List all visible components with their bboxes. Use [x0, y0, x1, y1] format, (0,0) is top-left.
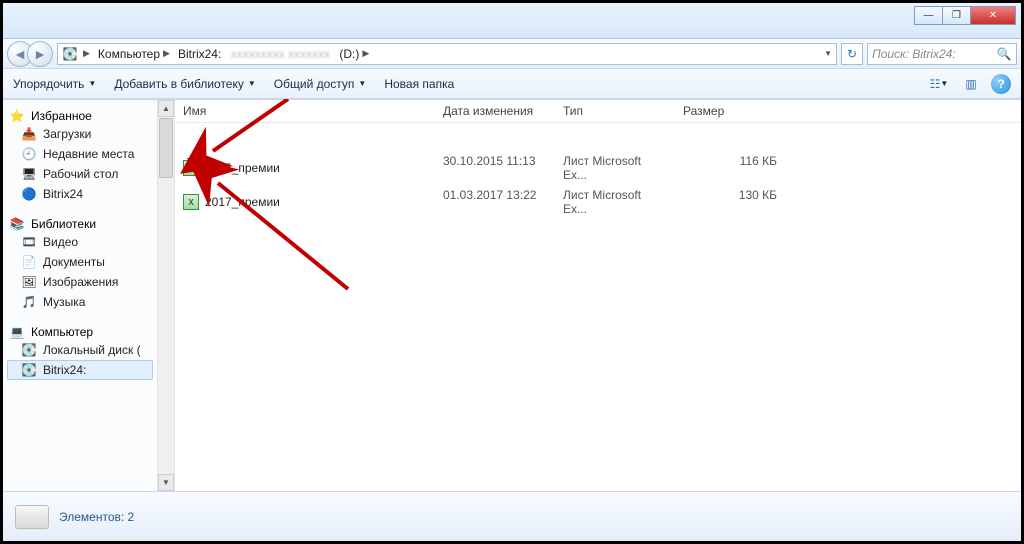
sidebar-item-label: Изображения	[43, 275, 118, 289]
sidebar-item-computer[interactable]: 💽 Bitrix24:	[7, 360, 153, 380]
sidebar-item-favorites[interactable]: 📥 Загрузки	[7, 124, 153, 144]
file-name: 2015_премии	[205, 161, 280, 175]
sidebar-item-label: Недавние места	[43, 147, 134, 161]
breadcrumb-sep: ▶	[80, 48, 93, 59]
preview-pane-button[interactable]: ▥	[959, 74, 983, 94]
search-placeholder: Поиск: Bitrix24:	[872, 47, 956, 61]
status-item-count: Элементов: 2	[59, 510, 134, 524]
sidebar-head-libraries[interactable]: 📚Библиотеки	[7, 216, 153, 232]
sidebar-item-computer[interactable]: 💽 Локальный диск (	[7, 340, 153, 360]
folder-icon: 💽	[21, 342, 37, 358]
sidebar-item-favorites[interactable]: 🔵 Bitrix24	[7, 184, 153, 204]
breadcrumb-drive[interactable]: Bitrix24: xxxxxxxxx xxxxxxx (D:) ▶	[175, 47, 372, 61]
file-type: Лист Microsoft Ex...	[555, 154, 675, 182]
window-maximize-button[interactable]: ❐	[942, 6, 971, 25]
sidebar-item-label: Загрузки	[43, 127, 91, 141]
window-minimize-button[interactable]: —	[914, 6, 943, 25]
sidebar-item-label: Документы	[43, 255, 105, 269]
scroll-up-icon[interactable]: ▲	[158, 100, 174, 117]
sidebar-item-libraries[interactable]: 🖼 Изображения	[7, 272, 153, 292]
toolbar-add-library[interactable]: Добавить в библиотеку ▼	[114, 77, 255, 91]
sidebar-item-libraries[interactable]: 🎵 Музыка	[7, 292, 153, 312]
sidebar-item-label: Рабочий стол	[43, 167, 118, 181]
file-row[interactable]: X 2015_премии 30.10.2015 11:13Лист Microso…	[175, 151, 1021, 185]
folder-icon: 🕘	[21, 146, 37, 162]
sidebar-item-label: Локальный диск (	[43, 343, 141, 357]
addr-dropdown-icon[interactable]: ▼	[824, 49, 832, 58]
sidebar-scrollbar[interactable]: ▲ ▼	[158, 100, 175, 491]
status-bar: Элементов: 2	[3, 491, 1021, 541]
search-icon: 🔍	[996, 46, 1012, 62]
search-input[interactable]: Поиск: Bitrix24: 🔍	[867, 43, 1017, 65]
star-icon: ⭐	[9, 108, 25, 124]
folder-icon: 💽	[21, 362, 37, 378]
file-size: 116 КБ	[675, 154, 785, 182]
help-button[interactable]: ?	[991, 74, 1011, 94]
sidebar-item-label: Bitrix24:	[43, 363, 86, 377]
file-date: 01.03.2017 13:22	[435, 188, 555, 216]
refresh-button[interactable]: ↻	[841, 43, 863, 65]
toolbar-new-folder[interactable]: Новая папка	[384, 77, 454, 91]
file-date: 30.10.2015 11:13	[435, 154, 555, 182]
sidebar-head-favorites[interactable]: ⭐Избранное	[7, 108, 153, 124]
nav-forward-button[interactable]: ►	[27, 41, 53, 67]
address-bar[interactable]: 💽 ▶ Компьютер ▶ Bitrix24: xxxxxxxxx xxxx…	[57, 43, 837, 65]
scroll-thumb[interactable]	[159, 118, 173, 178]
folder-icon: 📥	[21, 126, 37, 142]
window-close-button[interactable]: ✕	[970, 6, 1016, 25]
excel-icon: X	[183, 160, 199, 176]
folder-icon: 🖼	[21, 274, 37, 290]
column-header-date[interactable]: Дата изменения	[435, 104, 555, 118]
sidebar-item-label: Видео	[43, 235, 78, 249]
computer-icon: 💻	[9, 324, 25, 340]
folder-icon: 🎵	[21, 294, 37, 310]
sidebar-item-libraries[interactable]: 📄 Документы	[7, 252, 153, 272]
toolbar-share[interactable]: Общий доступ ▼	[274, 77, 367, 91]
folder-icon: 🖥	[21, 166, 37, 182]
drive-icon: 💽	[62, 46, 78, 62]
sidebar-item-label: Bitrix24	[43, 187, 83, 201]
toolbar-organize[interactable]: Упорядочить ▼	[13, 77, 96, 91]
sidebar-head-computer[interactable]: 💻Компьютер	[7, 324, 153, 340]
column-header-name[interactable]: Имя	[175, 104, 435, 118]
drive-large-icon	[15, 505, 49, 529]
folder-icon: 🔵	[21, 186, 37, 202]
file-name: 2017_премии	[205, 195, 280, 209]
sidebar-item-libraries[interactable]: 🎞 Видео	[7, 232, 153, 252]
navigation-sidebar: ⭐Избранное 📥 Загрузки 🕘 Недавние места 🖥 Рабо…	[3, 100, 158, 491]
libraries-icon: 📚	[9, 216, 25, 232]
file-type: Лист Microsoft Ex...	[555, 188, 675, 216]
sidebar-item-label: Музыка	[43, 295, 85, 309]
file-size: 130 КБ	[675, 188, 785, 216]
folder-icon: 🎞	[21, 234, 37, 250]
file-row[interactable]: X 2017_премии 01.03.2017 13:22Лист Microso…	[175, 185, 1021, 219]
scroll-down-icon[interactable]: ▼	[158, 474, 174, 491]
sidebar-item-favorites[interactable]: 🖥 Рабочий стол	[7, 164, 153, 184]
folder-icon: 📄	[21, 254, 37, 270]
column-header-size[interactable]: Размер	[675, 104, 785, 118]
excel-icon: X	[183, 194, 199, 210]
column-header-type[interactable]: Тип	[555, 104, 675, 118]
breadcrumb-computer[interactable]: Компьютер ▶	[95, 47, 173, 61]
sidebar-item-favorites[interactable]: 🕘 Недавние места	[7, 144, 153, 164]
view-options-button[interactable]: ☷ ▼	[927, 74, 951, 94]
